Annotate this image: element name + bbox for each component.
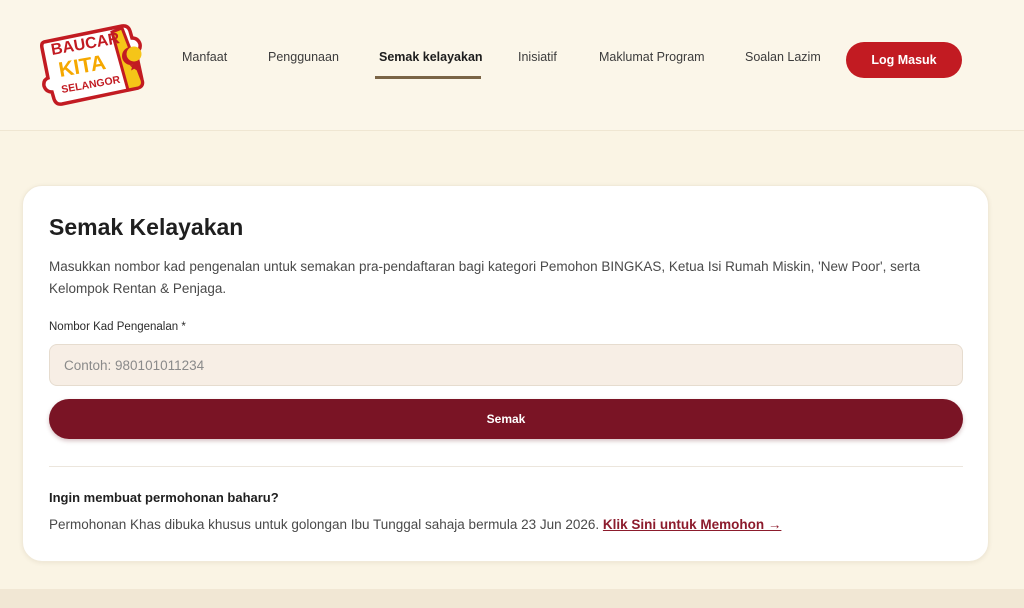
footer-strip	[0, 589, 1024, 608]
nav-item-semak-kelayakan[interactable]: Semak kelayakan	[379, 50, 483, 64]
login-button[interactable]: Log Masuk	[846, 42, 962, 78]
active-nav-indicator	[375, 76, 481, 79]
apply-link[interactable]: Klik Sini untuk Memohon →	[603, 517, 782, 532]
page-title: Semak Kelayakan	[49, 214, 244, 240]
new-application-heading: Ingin membuat permohonan baharu?	[49, 490, 279, 505]
site-header: BAUCAR KITA SELANGOR Manfaat Penggunaan …	[0, 0, 1024, 131]
eligibility-check-card: Semak Kelayakan Masukkan nombor kad peng…	[22, 185, 989, 562]
nav-item-maklumat-program[interactable]: Maklumat Program	[599, 50, 705, 64]
card-description: Masukkan nombor kad pengenalan untuk sem…	[49, 259, 921, 296]
new-application-text: Permohonan Khas dibuka khusus untuk golo…	[49, 517, 781, 532]
nav-item-soalan-lazim[interactable]: Soalan Lazim	[745, 50, 821, 64]
semak-button[interactable]: Semak	[49, 399, 963, 439]
nav-item-inisiatif[interactable]: Inisiatif	[518, 50, 557, 64]
new-application-info: Permohonan Khas dibuka khusus untuk golo…	[49, 517, 603, 532]
nav-item-manfaat[interactable]: Manfaat	[182, 50, 227, 64]
ic-number-input[interactable]	[49, 344, 963, 386]
divider	[49, 466, 963, 467]
nav-item-penggunaan[interactable]: Penggunaan	[268, 50, 339, 64]
ic-number-label: Nombor Kad Pengenalan *	[49, 321, 186, 333]
